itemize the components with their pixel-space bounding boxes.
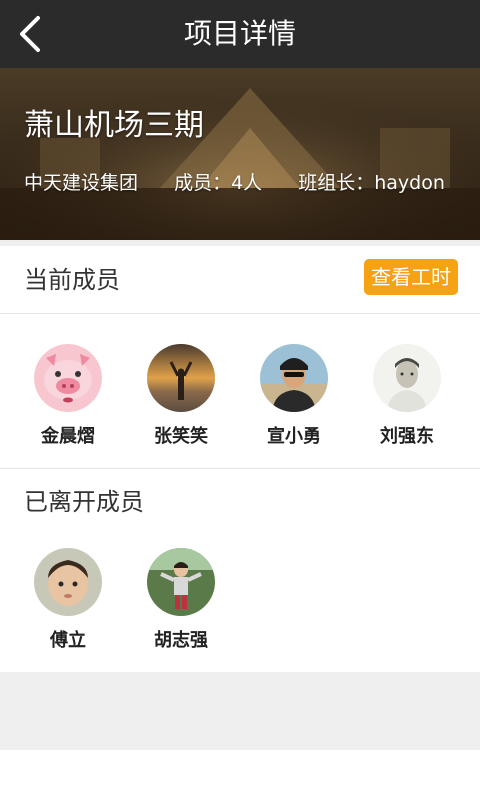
girl-avatar-icon bbox=[147, 548, 215, 616]
member-name: 傅立 bbox=[50, 630, 86, 651]
pig-avatar-icon bbox=[34, 344, 102, 412]
member-name: 刘强东 bbox=[380, 426, 434, 447]
child-avatar-icon bbox=[34, 548, 102, 616]
member-item[interactable]: 张笑笑 bbox=[125, 344, 237, 448]
member-name: 胡志强 bbox=[154, 630, 208, 651]
banner-background-image bbox=[0, 68, 480, 240]
view-hours-button[interactable]: 查看工时 bbox=[364, 259, 458, 295]
chevron-left-icon bbox=[20, 16, 40, 52]
member-item[interactable]: 宣小勇 bbox=[238, 344, 350, 448]
team-leader: 班组长：haydon bbox=[298, 172, 445, 194]
project-banner: 萧山机场三期 中天建设集团 成员：4人 班组长：haydon bbox=[0, 68, 480, 240]
section-divider bbox=[0, 468, 480, 469]
person-avatar-icon bbox=[260, 344, 328, 412]
member-item[interactable]: 胡志强 bbox=[125, 548, 237, 652]
member-name: 张笑笑 bbox=[154, 426, 208, 447]
member-count: 成员：4人 bbox=[174, 172, 263, 194]
sunset-avatar-icon bbox=[147, 344, 215, 412]
member-name: 宣小勇 bbox=[267, 426, 321, 447]
current-members-header: 当前成员 查看工时 bbox=[0, 246, 480, 314]
member-item[interactable]: 刘强东 bbox=[351, 344, 463, 448]
member-item[interactable]: 傅立 bbox=[12, 548, 124, 652]
bottom-background bbox=[0, 672, 480, 750]
left-members-title: 已离开成员 bbox=[24, 488, 144, 516]
page-title: 项目详情 bbox=[183, 17, 296, 50]
current-members-title: 当前成员 bbox=[24, 266, 120, 294]
member-item[interactable]: 金晨熠 bbox=[12, 344, 124, 448]
photo-avatar-icon bbox=[373, 344, 441, 412]
project-name: 萧山机场三期 bbox=[24, 108, 204, 143]
top-bar: 项目详情 bbox=[0, 0, 480, 68]
company-name: 中天建设集团 bbox=[24, 172, 139, 194]
member-name: 金晨熠 bbox=[41, 426, 95, 447]
back-button[interactable] bbox=[8, 12, 52, 56]
project-meta: 中天建设集团 成员：4人 班组长：haydon bbox=[24, 168, 445, 195]
